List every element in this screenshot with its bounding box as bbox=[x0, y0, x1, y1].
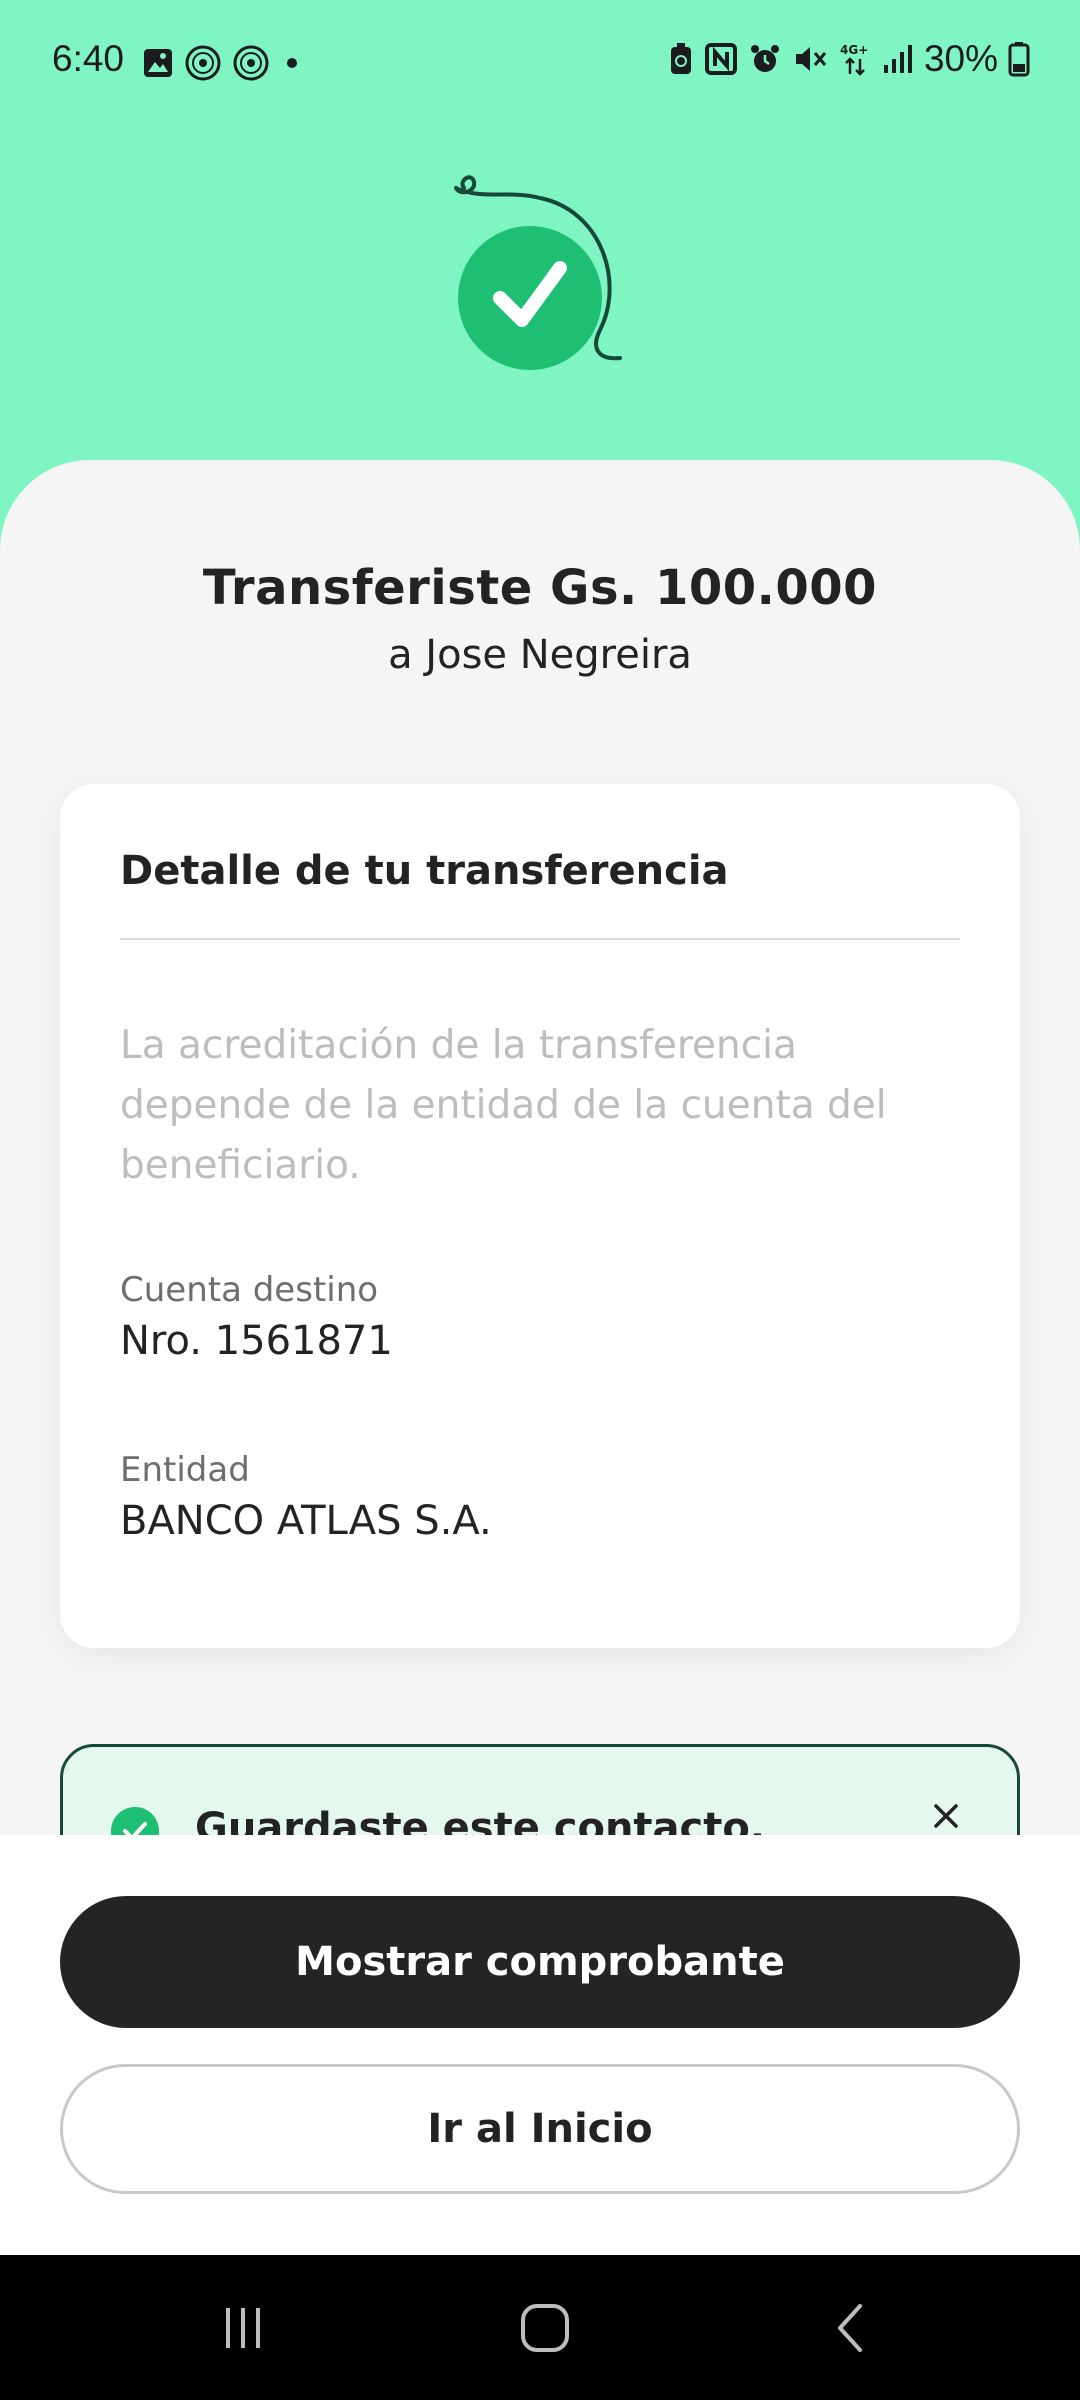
navigation-bar bbox=[0, 2255, 1080, 2400]
mute-icon bbox=[795, 47, 827, 71]
notification-icons bbox=[142, 44, 304, 82]
battery-icon bbox=[1008, 42, 1030, 77]
network-4g-icon: 4G+ bbox=[840, 43, 868, 76]
transfer-recipient: a Jose Negreira bbox=[388, 632, 692, 678]
close-icon[interactable] bbox=[933, 1803, 959, 1829]
card-title: Detalle de tu transferencia bbox=[120, 848, 729, 894]
gallery-icon bbox=[144, 49, 172, 77]
entity-label: Entidad bbox=[120, 1450, 250, 1490]
home-button[interactable] bbox=[505, 2293, 585, 2363]
account-label: Cuenta destino bbox=[120, 1270, 379, 1310]
system-status-icons: 4G+ 30% bbox=[668, 38, 1030, 80]
recent-apps-button[interactable] bbox=[203, 2293, 283, 2363]
signal-icon bbox=[883, 45, 912, 73]
status-bar: 6:40 4G+ 30% bbox=[0, 0, 1080, 124]
transfer-success-screen: 6:40 4G+ 30% Transferiste Gs. 100.000 a … bbox=[0, 0, 1080, 2400]
status-time: 6:40 bbox=[52, 38, 125, 79]
app-badge-icon bbox=[185, 45, 221, 81]
back-button[interactable] bbox=[810, 2293, 890, 2363]
back-icon bbox=[838, 2304, 862, 2352]
entity-value: BANCO ATLAS S.A. bbox=[120, 1498, 492, 1544]
alarm-icon bbox=[750, 45, 779, 72]
battery-percentage: 30% bbox=[923, 38, 998, 79]
app-badge-icon bbox=[233, 45, 269, 81]
show-receipt-button[interactable]: Mostrar comprobante bbox=[60, 1896, 1020, 2028]
transfer-title: Transferiste Gs. 100.000 bbox=[202, 560, 878, 616]
home-icon bbox=[521, 2304, 569, 2352]
nfc-icon bbox=[704, 43, 737, 75]
account-value: Nro. 1561871 bbox=[120, 1318, 393, 1364]
battery-saver-icon bbox=[670, 43, 691, 74]
go-home-button[interactable]: Ir al Inicio bbox=[60, 2064, 1020, 2194]
divider bbox=[120, 938, 960, 940]
success-check-icon bbox=[454, 175, 622, 370]
transfer-detail-card: Detalle de tu transferencia La acreditac… bbox=[60, 784, 1020, 1648]
svg-text:4G+: 4G+ bbox=[840, 43, 868, 57]
accreditation-note: La acreditación de la transferencia depe… bbox=[120, 1023, 887, 1188]
recent-apps-icon bbox=[226, 2308, 260, 2348]
dot-icon bbox=[287, 58, 297, 68]
